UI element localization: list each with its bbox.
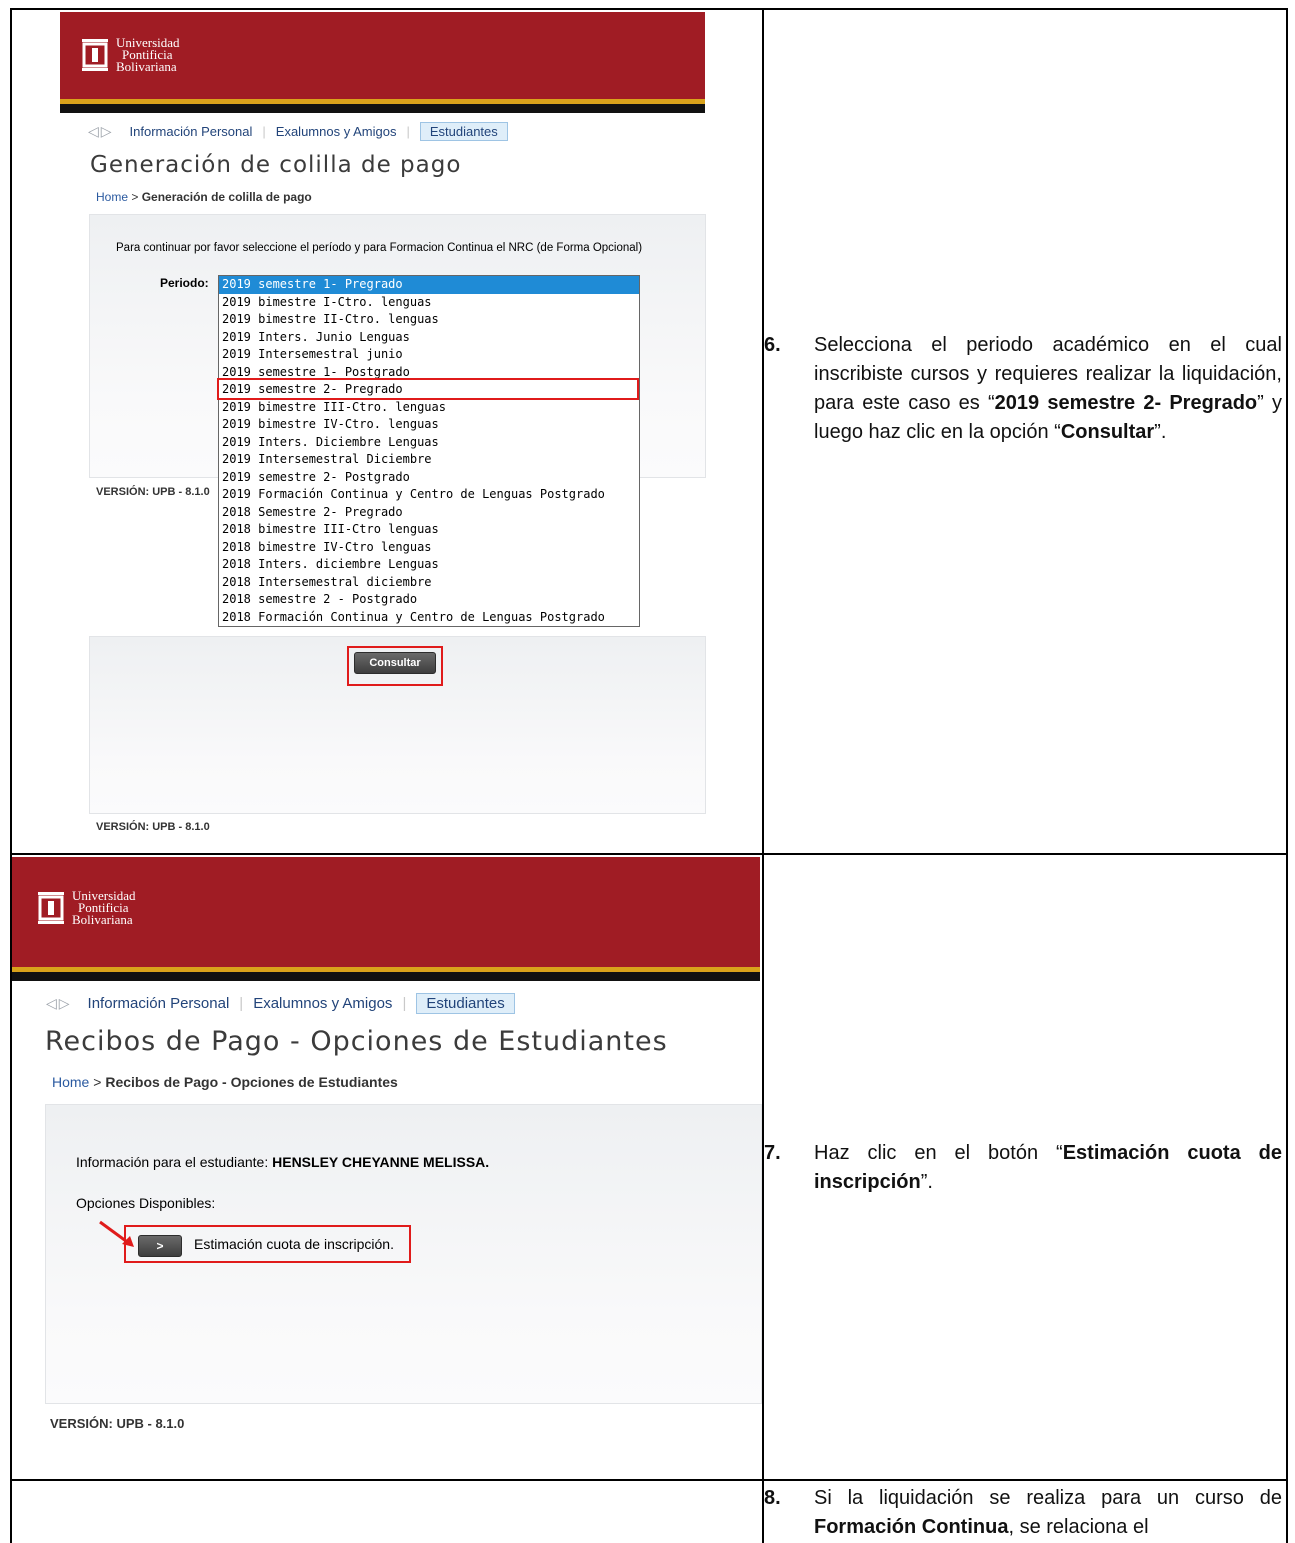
period-option[interactable]: 2018 Formación Continua y Centro de Leng… (219, 609, 639, 627)
instruction-text: Para continuar por favor seleccione el p… (116, 242, 643, 254)
page-title: Generación de colilla de pago (90, 152, 462, 178)
table-border-right (1286, 8, 1288, 1543)
period-option[interactable]: 2019 Intersemestral Diciembre (219, 451, 639, 469)
period-option[interactable]: 2019 Intersemestral junio (219, 346, 639, 364)
student-name: HENSLEY CHEYANNE MELISSA. (272, 1154, 490, 1170)
highlight-consultar-button (347, 646, 443, 686)
period-option[interactable]: 2019 Inters. Junio Lenguas (219, 329, 639, 347)
tab-informacion-personal[interactable]: Información Personal (88, 995, 230, 1012)
highlight-estimacion-option (124, 1225, 411, 1263)
period-option[interactable]: 2019 bimestre III-Ctro. lenguas (219, 399, 639, 417)
breadcrumb-current: Recibos de Pago - Opciones de Estudiante… (105, 1074, 398, 1090)
brand-line-3: Bolivariana (72, 912, 133, 927)
university-logo-2[interactable]: Universidad Pontificia Bolivariana (36, 889, 136, 927)
crest-icon (36, 889, 66, 927)
table-column-divider (762, 8, 764, 1543)
step-8-number: 8. (764, 1487, 781, 1509)
period-option[interactable]: 2019 bimestre IV-Ctro. lenguas (219, 416, 639, 434)
nav-arrows-icon[interactable]: ◁▷ (46, 995, 72, 1012)
brand-line-3: Bolivariana (116, 59, 177, 74)
tab-exalumnos[interactable]: Exalumnos y Amigos (276, 124, 397, 139)
breadcrumb-home-link[interactable]: Home (96, 190, 128, 204)
period-option[interactable]: 2019 Inters. Diciembre Lenguas (219, 434, 639, 452)
university-banner: Universidad Pontificia Bolivariana (60, 12, 705, 113)
table-border-left (10, 8, 12, 1543)
tab-exalumnos[interactable]: Exalumnos y Amigos (253, 995, 392, 1012)
step-7-text: 7. Haz clic en el botón “Estimación cuot… (764, 1139, 1282, 1197)
pointer-arrow-icon (99, 1220, 134, 1247)
top-navigation-2: ◁▷ Información Personal | Exalumnos y Am… (46, 993, 515, 1014)
period-option[interactable]: 2018 Inters. diciembre Lenguas (219, 556, 639, 574)
page-title-2: Recibos de Pago - Opciones de Estudiante… (45, 1026, 668, 1057)
step-6-period: 2019 semestre 2- Pregrado (994, 392, 1258, 414)
period-option[interactable]: 2018 Semestre 2- Pregrado (219, 504, 639, 522)
step-6-number: 6. (764, 334, 781, 356)
table-row-divider-1 (10, 853, 1288, 855)
tab-informacion-personal[interactable]: Información Personal (130, 124, 253, 139)
student-info: Información para el estudiante: HENSLEY … (76, 1154, 490, 1170)
step-8-formacion: Formación Continua (814, 1516, 1009, 1538)
step-6-text: 6. Selecciona el periodo académico en el… (764, 331, 1282, 447)
periodo-label: Periodo: (160, 276, 209, 290)
breadcrumb: Home > Generación de colilla de pago (96, 190, 312, 204)
breadcrumb-2: Home > Recibos de Pago - Opciones de Est… (52, 1074, 398, 1090)
table-row-divider-2 (10, 1479, 1288, 1481)
step-7-number: 7. (764, 1142, 781, 1164)
nav-arrows-icon[interactable]: ◁▷ (88, 123, 114, 140)
university-banner-2: Universidad Pontificia Bolivariana (12, 857, 760, 981)
period-option[interactable]: 2019 bimestre I-Ctro. lenguas (219, 294, 639, 312)
breadcrumb-current: Generación de colilla de pago (141, 190, 312, 204)
version-label: VERSIÓN: UPB - 8.1.0 (96, 821, 210, 833)
tab-estudiantes[interactable]: Estudiantes (419, 122, 508, 141)
version-label-2: VERSIÓN: UPB - 8.1.0 (50, 1416, 185, 1431)
tab-estudiantes[interactable]: Estudiantes (416, 993, 515, 1014)
period-option[interactable]: 2019 Formación Continua y Centro de Leng… (219, 486, 639, 504)
period-option[interactable]: 2019 bimestre II-Ctro. lenguas (219, 311, 639, 329)
period-option[interactable]: 2019 semestre 1- Pregrado (219, 276, 639, 294)
breadcrumb-home-link[interactable]: Home (52, 1074, 89, 1090)
period-option[interactable]: 2018 bimestre III-Ctro lenguas (219, 521, 639, 539)
highlight-selected-period (217, 378, 639, 400)
crest-icon (80, 36, 110, 74)
period-option[interactable]: 2019 semestre 2- Postgrado (219, 469, 639, 487)
options-label: Opciones Disponibles: (76, 1195, 216, 1211)
period-option[interactable]: 2018 semestre 2 - Postgrado (219, 591, 639, 609)
step-6-consultar: Consultar (1060, 421, 1155, 443)
top-navigation: ◁▷ Información Personal | Exalumnos y Am… (88, 122, 508, 141)
table-border-top (10, 8, 1288, 10)
university-logo[interactable]: Universidad Pontificia Bolivariana (80, 36, 180, 74)
step-8-text: 8. Si la liquidación se realiza para un … (764, 1484, 1282, 1542)
period-listbox[interactable]: 2019 semestre 1- Pregrado 2019 bimestre I… (218, 275, 640, 627)
period-option[interactable]: 2018 bimestre IV-Ctro lenguas (219, 539, 639, 557)
period-option[interactable]: 2018 Intersemestral diciembre (219, 574, 639, 592)
version-label-behind: VERSIÓN: UPB - 8.1.0 (96, 486, 210, 498)
